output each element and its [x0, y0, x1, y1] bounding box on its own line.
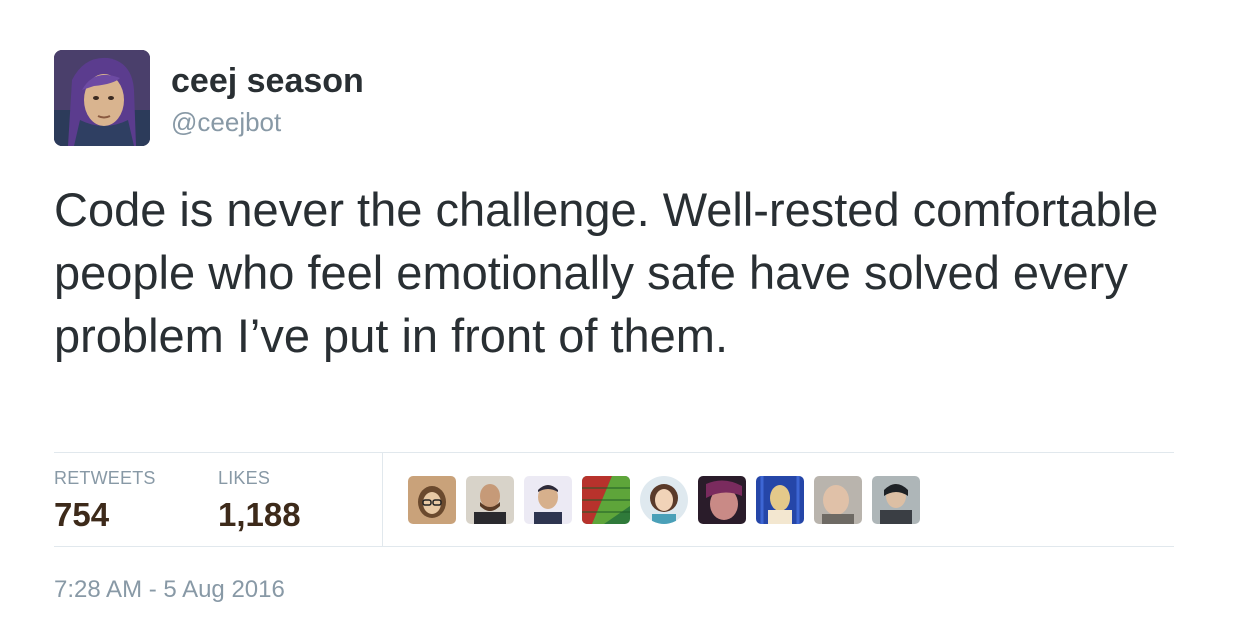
author-display-name[interactable]: ceej season — [171, 62, 364, 101]
retweets-label: RETWEETS — [54, 468, 156, 488]
liker-avatar[interactable] — [698, 476, 746, 524]
liker-avatar[interactable] — [814, 476, 862, 524]
stats-bottom-divider — [54, 546, 1174, 547]
liker-avatar[interactable] — [872, 476, 920, 524]
liker-avatar[interactable] — [582, 476, 630, 524]
liker-avatar[interactable] — [524, 476, 572, 524]
author-avatar[interactable] — [54, 50, 150, 146]
stats-top-divider — [54, 452, 1174, 453]
tweet-card: ceej season @ceejbot Code is never the c… — [0, 0, 1234, 630]
tweet-text: Code is never the challenge. Well-rested… — [54, 183, 1159, 362]
likes-stat[interactable]: LIKES 1,188 — [218, 468, 301, 534]
liker-avatar[interactable] — [640, 476, 688, 524]
avatar-illustration — [54, 50, 150, 146]
liker-avatar[interactable] — [408, 476, 456, 524]
likes-label: LIKES — [218, 468, 271, 488]
liker-avatar[interactable] — [466, 476, 514, 524]
retweets-count: 754 — [54, 496, 110, 533]
retweets-stat[interactable]: RETWEETS 754 — [54, 468, 156, 534]
liker-avatar[interactable] — [756, 476, 804, 524]
author-handle[interactable]: @ceejbot — [171, 107, 281, 138]
likes-count: 1,188 — [218, 496, 301, 533]
stats-vertical-divider — [382, 453, 383, 546]
tweet-timestamp[interactable]: 7:28 AM - 5 Aug 2016 — [54, 576, 285, 604]
